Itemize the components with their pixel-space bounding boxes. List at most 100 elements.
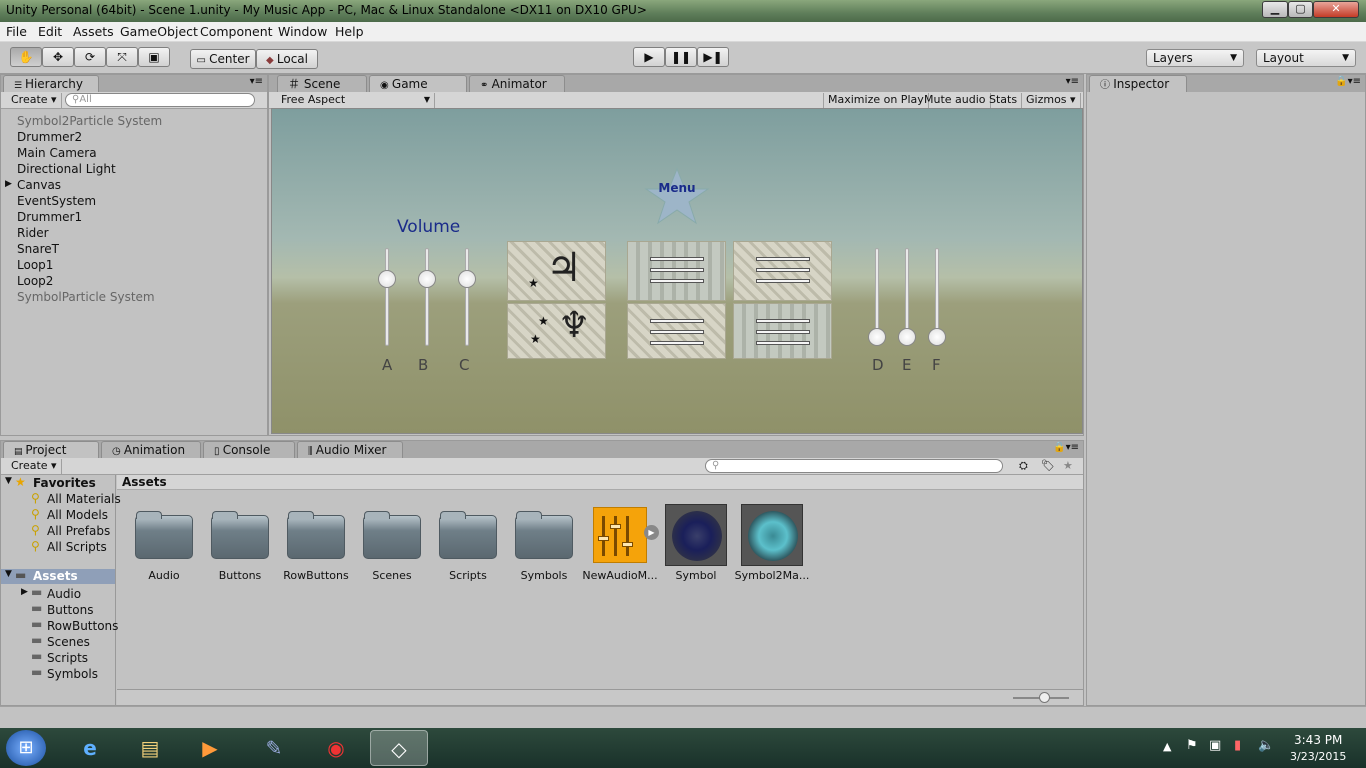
filter-label-icon[interactable]: 🏷 <box>1041 459 1055 472</box>
lock-icon[interactable]: 🔒▾≡ <box>1335 76 1361 87</box>
move-tool-button[interactable]: ✥ <box>42 47 74 67</box>
tree-folder[interactable]: RowButtons <box>47 619 118 633</box>
tab-scene[interactable]: ＃ Scene <box>277 75 367 92</box>
favorite-item[interactable]: All Prefabs <box>47 524 110 538</box>
symbol-button-jupiter[interactable]: ★ ♃ <box>507 241 606 301</box>
favorite-item[interactable]: All Scripts <box>47 540 107 554</box>
clock-date[interactable]: 3/23/2015 <box>1290 750 1346 763</box>
slider-knob[interactable] <box>868 328 886 346</box>
row-button[interactable] <box>627 303 726 359</box>
scale-tool-button[interactable]: ⤧ <box>106 47 138 67</box>
collapse-arrow-icon[interactable]: ▼ <box>5 476 12 486</box>
symbol-button-neptune[interactable]: ★ ★ ♆ <box>507 303 606 359</box>
folder-icon[interactable] <box>135 511 193 559</box>
expand-arrow-icon[interactable]: ▶ <box>21 587 28 597</box>
stats-toggle[interactable]: Stats <box>985 93 1023 108</box>
close-button[interactable]: ✕ <box>1313 1 1359 18</box>
breadcrumb[interactable]: Assets <box>122 475 167 489</box>
hierarchy-item[interactable]: Drummer1 <box>17 210 82 224</box>
hierarchy-item[interactable]: Rider <box>17 226 49 240</box>
tree-folder[interactable]: Scenes <box>47 635 90 649</box>
hierarchy-item[interactable]: Drummer2 <box>17 130 82 144</box>
menu-file[interactable]: File <box>6 24 27 39</box>
menu-gameobject[interactable]: GameObject <box>120 24 198 39</box>
hierarchy-item[interactable]: SymbolParticle System <box>17 290 155 304</box>
menu-edit[interactable]: Edit <box>38 24 62 39</box>
tab-inspector[interactable]: ⓘ Inspector <box>1089 75 1187 92</box>
pivot-center-button[interactable]: ▭ Center <box>190 49 256 69</box>
slider-knob[interactable] <box>928 328 946 346</box>
hierarchy-search-input[interactable]: ⚲All <box>65 93 255 107</box>
file-explorer-icon[interactable]: ▤ <box>126 730 174 766</box>
maximize-on-play-toggle[interactable]: Maximize on Play <box>823 93 929 108</box>
slider-knob[interactable] <box>458 270 476 288</box>
tree-folder[interactable]: Buttons <box>47 603 93 617</box>
device-icon[interactable]: ▣ <box>1209 738 1221 753</box>
hierarchy-item[interactable]: Symbol2Particle System <box>17 114 162 128</box>
pause-button[interactable]: ❚❚ <box>665 47 697 67</box>
show-hidden-icons[interactable]: ▲ <box>1163 740 1171 753</box>
tab-hierarchy[interactable]: ☰ Hierarchy <box>3 75 99 92</box>
aspect-dropdown[interactable]: Free Aspect ▼ <box>277 93 435 108</box>
volume-slider-a[interactable] <box>385 248 389 346</box>
folder-icon[interactable] <box>439 511 497 559</box>
tree-folder[interactable]: Symbols <box>47 667 98 681</box>
favorite-item[interactable]: All Models <box>47 508 108 522</box>
hierarchy-item[interactable]: Directional Light <box>17 162 116 176</box>
tab-console[interactable]: ▯ Console <box>203 441 295 458</box>
tree-folder[interactable]: Audio <box>47 587 81 601</box>
tab-game[interactable]: ◉ Game <box>369 75 467 92</box>
menu-star-icon[interactable] <box>642 167 712 225</box>
minimize-button[interactable]: ▁ <box>1262 1 1288 18</box>
symbol2-material-icon[interactable] <box>741 504 803 566</box>
mute-audio-toggle[interactable]: Mute audio <box>920 93 991 108</box>
clock-time[interactable]: 3:43 PM <box>1294 733 1342 747</box>
hierarchy-item[interactable]: Main Camera <box>17 146 97 160</box>
slider-knob[interactable] <box>378 270 396 288</box>
filter-type-icon[interactable]: ⛭ <box>1019 459 1028 473</box>
audio-mixer-asset-icon[interactable] <box>593 507 647 563</box>
tab-project[interactable]: ▤ Project <box>3 441 99 458</box>
slider-knob[interactable] <box>418 270 436 288</box>
folder-icon[interactable] <box>211 511 269 559</box>
tab-audio-mixer[interactable]: ⫼ Audio Mixer <box>297 441 403 458</box>
panel-menu-icon[interactable]: ▾≡ <box>250 76 263 87</box>
project-search-input[interactable]: ⚲ <box>705 459 1003 473</box>
volume-slider-b[interactable] <box>425 248 429 346</box>
hierarchy-item[interactable]: SnareT <box>17 242 59 256</box>
flag-icon[interactable]: ⚑ <box>1186 738 1198 753</box>
expand-play-icon[interactable]: ▶ <box>644 525 659 540</box>
row-button[interactable] <box>733 241 832 301</box>
layout-dropdown[interactable]: Layout ▼ <box>1256 49 1356 67</box>
tab-animator[interactable]: ⚭ Animator <box>469 75 565 92</box>
pivot-local-button[interactable]: ◆ Local <box>256 49 318 69</box>
hierarchy-item[interactable]: Loop1 <box>17 258 53 272</box>
zoom-slider-knob[interactable] <box>1039 692 1050 703</box>
start-button-icon[interactable]: ⊞ <box>6 730 46 766</box>
favorite-star-icon[interactable]: ★ <box>1063 459 1073 472</box>
slider-knob[interactable] <box>898 328 916 346</box>
hierarchy-item[interactable]: EventSystem <box>17 194 96 208</box>
row-button[interactable] <box>627 241 726 301</box>
menu-help[interactable]: Help <box>335 24 364 39</box>
lock-icon[interactable]: 🔒▾≡ <box>1053 442 1079 453</box>
folder-icon[interactable] <box>287 511 345 559</box>
step-button[interactable]: ▶❚ <box>697 47 729 67</box>
network-icon[interactable]: ▮ <box>1234 738 1241 753</box>
rotate-tool-button[interactable]: ⟳ <box>74 47 106 67</box>
menu-assets[interactable]: Assets <box>73 24 114 39</box>
menu-window[interactable]: Window <box>278 24 327 39</box>
internet-explorer-icon[interactable]: e <box>66 730 114 766</box>
panel-menu-icon[interactable]: ▾≡ <box>1066 76 1079 87</box>
tab-animation[interactable]: ◷ Animation <box>101 441 201 458</box>
chrome-icon[interactable]: ◉ <box>312 730 360 766</box>
layers-dropdown[interactable]: Layers ▼ <box>1146 49 1244 67</box>
project-create-button[interactable]: Create ▾ <box>7 459 62 474</box>
paint-icon[interactable]: ✎ <box>250 730 298 766</box>
play-button[interactable]: ▶ <box>633 47 665 67</box>
hierarchy-create-button[interactable]: Create ▾ <box>7 93 62 108</box>
folder-icon[interactable] <box>363 511 421 559</box>
rect-tool-button[interactable]: ▣ <box>138 47 170 67</box>
hand-tool-button[interactable]: ✋ <box>10 47 42 67</box>
tree-folder[interactable]: Scripts <box>47 651 88 665</box>
